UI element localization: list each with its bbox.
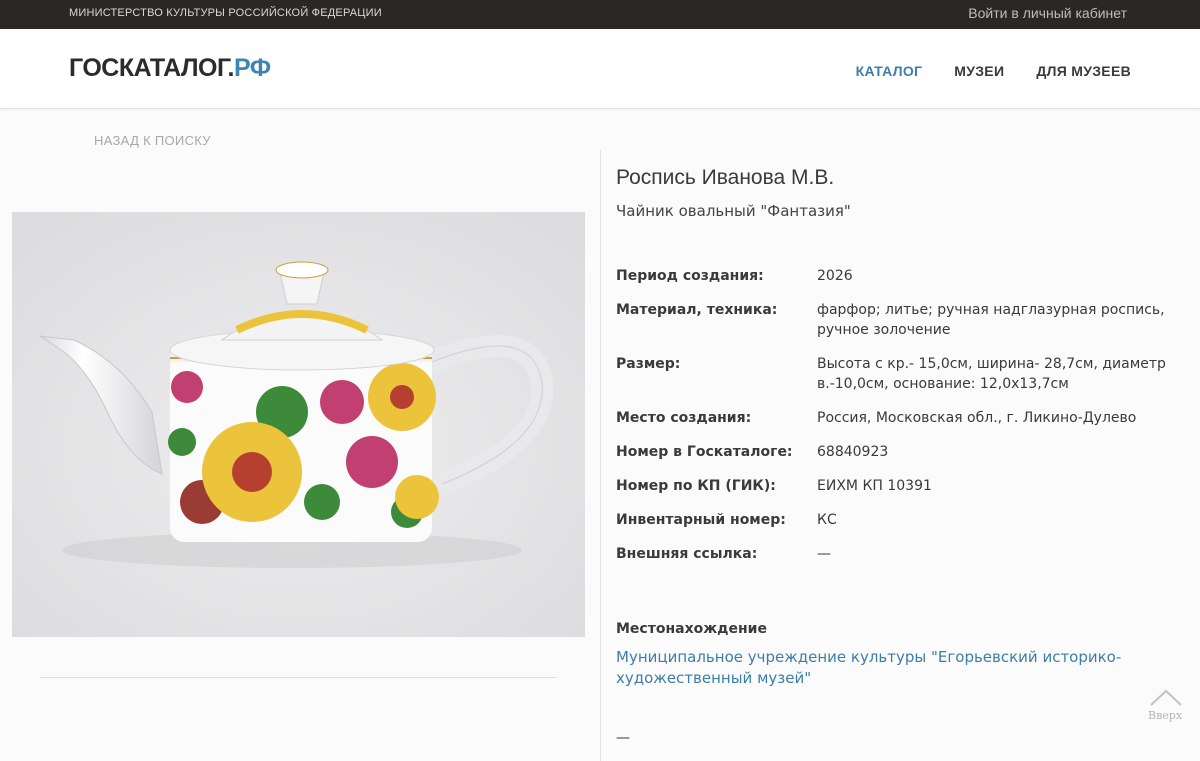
prop-key: Внешняя ссылка: (616, 546, 758, 562)
prop-row-inventory-number: Инвентарный номер: КС (616, 510, 1186, 530)
back-to-search-link[interactable]: НАЗАД К ПОИСКУ (94, 133, 211, 148)
prop-row-material: Материал, техника: фарфор; литье; ручная… (616, 300, 1186, 340)
teapot-image (12, 212, 585, 637)
scroll-to-top-label: Вверх (1148, 709, 1183, 722)
nav-for-museums[interactable]: ДЛЯ МУЗЕЕВ (1036, 63, 1131, 79)
prop-value: Россия, Московская обл., г. Ликино-Дулев… (817, 410, 1137, 426)
prop-value: КС (817, 512, 837, 528)
prop-value: Высота с кр.- 15,0см, ширина- 28,7см, ди… (817, 356, 1166, 392)
item-properties: Период создания: 2026 Материал, техника:… (616, 266, 1186, 578)
item-photo[interactable] (12, 212, 585, 637)
prop-value: — (817, 546, 831, 562)
logo-accent-text: РФ (233, 54, 271, 82)
prop-value: 68840923 (817, 444, 889, 460)
museum-link[interactable]: Муниципальное учреждение культуры "Егорь… (616, 647, 1156, 689)
login-link[interactable]: Войти в личный кабинет (968, 5, 1127, 21)
prop-row-place: Место создания: Россия, Московская обл.,… (616, 408, 1186, 428)
site-logo[interactable]: ГОСКАТАЛОГ.РФ (69, 54, 271, 83)
prop-row-external-link: Внешняя ссылка: — (616, 544, 1186, 564)
logo-main-text: ГОСКАТАЛОГ. (69, 54, 234, 82)
prop-key: Номер в Госкаталоге: (616, 444, 793, 460)
prop-value: 2026 (817, 268, 853, 284)
item-subtitle: Чайник овальный "Фантазия" (616, 202, 851, 220)
nav-catalog[interactable]: КАТАЛОГ (856, 63, 923, 79)
prop-key: Номер по КП (ГИК): (616, 478, 776, 494)
prop-row-period: Период создания: 2026 (616, 266, 1186, 286)
prop-key: Размер: (616, 356, 681, 372)
ministry-label: МИНИСТЕРСТВО КУЛЬТУРЫ РОССИЙСКОЙ ФЕДЕРАЦ… (69, 7, 382, 19)
footer-dash: — (616, 730, 630, 746)
prop-value: фарфор; литье; ручная надглазурная роспи… (817, 302, 1165, 338)
prop-key: Период создания: (616, 268, 764, 284)
item-title: Роспись Иванова М.В. (616, 166, 835, 189)
prop-key: Материал, техника: (616, 302, 778, 318)
prop-key: Инвентарный номер: (616, 512, 786, 528)
photo-divider (40, 677, 557, 678)
prop-key: Место создания: (616, 410, 752, 426)
prop-value: ЕИХМ КП 10391 (817, 478, 932, 494)
prop-row-size: Размер: Высота с кр.- 15,0см, ширина- 28… (616, 354, 1186, 394)
nav-museums[interactable]: МУЗЕИ (954, 63, 1004, 79)
prop-row-catalog-number: Номер в Госкаталоге: 68840923 (616, 442, 1186, 462)
site-header: ГОСКАТАЛОГ.РФ КАТАЛОГ МУЗЕИ ДЛЯ МУЗЕЕВ (0, 29, 1200, 109)
scroll-to-top-button[interactable]: Вверх (1146, 688, 1186, 728)
location-heading: Местонахождение (616, 621, 767, 637)
chevron-up-icon (1150, 689, 1182, 706)
top-bar: МИНИСТЕРСТВО КУЛЬТУРЫ РОССИЙСКОЙ ФЕДЕРАЦ… (0, 0, 1200, 29)
main-nav: КАТАЛОГ МУЗЕИ ДЛЯ МУЗЕЕВ (856, 63, 1131, 79)
column-divider (600, 150, 601, 761)
prop-row-kp-number: Номер по КП (ГИК): ЕИХМ КП 10391 (616, 476, 1186, 496)
